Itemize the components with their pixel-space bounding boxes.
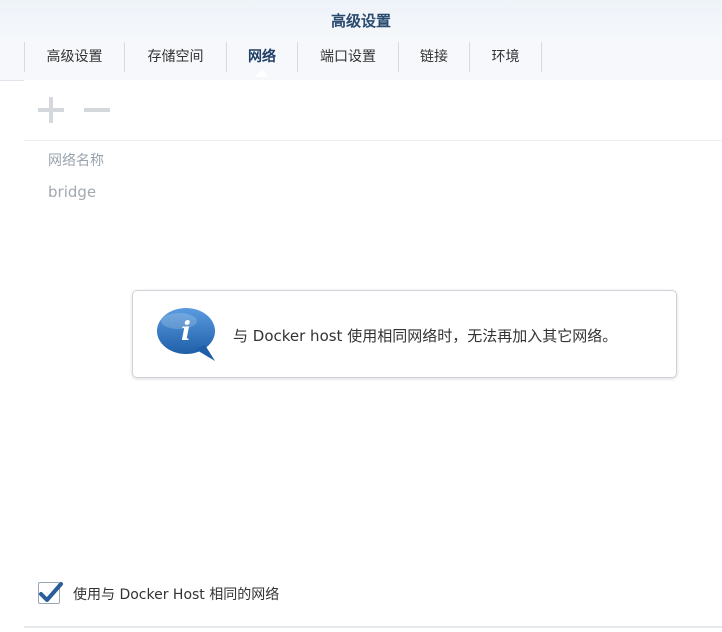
add-network-button[interactable] — [38, 96, 66, 124]
network-toolbar — [24, 80, 722, 141]
tab-network[interactable]: 网络 — [227, 42, 297, 72]
remove-network-button[interactable] — [84, 96, 112, 124]
svg-text:i: i — [181, 317, 191, 347]
tab-port-settings[interactable]: 端口设置 — [298, 42, 398, 72]
host-network-label: 使用与 Docker Host 相同的网络 — [73, 587, 280, 603]
active-tab-indicator — [255, 70, 269, 77]
tab-storage[interactable]: 存储空间 — [125, 42, 226, 72]
tab-advanced-settings[interactable]: 高级设置 — [25, 42, 124, 72]
host-network-checkbox[interactable] — [38, 582, 63, 604]
checkmark-icon — [39, 582, 63, 602]
network-name-column-header: 网络名称 — [48, 153, 104, 169]
tab-bar: 高级设置 存储空间 网络 端口设置 链接 环境 — [0, 40, 722, 81]
info-message-box: i 与 Docker host 使用相同网络时，无法再加入其它网络。 — [132, 290, 677, 378]
network-row-bridge[interactable]: bridge — [48, 183, 96, 201]
window-title: 高级设置 — [330, 12, 391, 30]
footer-divider — [24, 626, 722, 628]
tab-links[interactable]: 链接 — [399, 42, 469, 72]
info-message-text: 与 Docker host 使用相同网络时，无法再加入其它网络。 — [233, 327, 618, 345]
window-header: 高级设置 — [0, 0, 722, 42]
info-speech-bubble-icon: i — [157, 307, 219, 363]
tab-separator — [541, 42, 542, 72]
tab-environment[interactable]: 环境 — [470, 42, 541, 72]
